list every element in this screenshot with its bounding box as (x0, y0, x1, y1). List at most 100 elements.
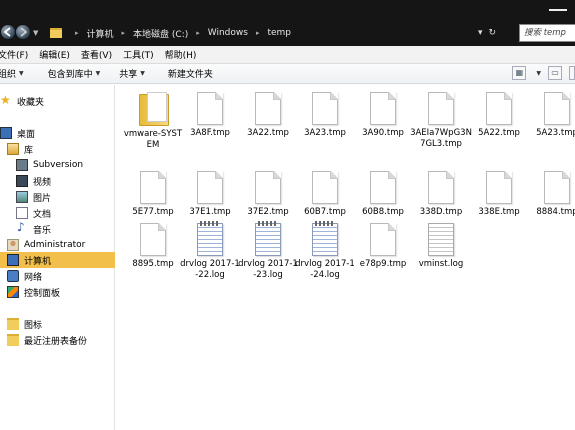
breadcrumb-separator[interactable]: ▸ (196, 29, 200, 37)
file-icon (544, 92, 570, 125)
file-item[interactable]: 5A23.tmp (526, 92, 575, 139)
file-item[interactable]: 60B8.tmp (352, 171, 414, 218)
file-item[interactable]: drvlog 2017-1-22.log (179, 221, 241, 281)
file-name: 3A8F.tmp (190, 128, 230, 138)
sidebar-item-subversion[interactable]: Subversion (16, 157, 83, 173)
notepad-file-icon (312, 221, 338, 256)
menu-tools[interactable]: 工具(T) (123, 48, 154, 61)
back-button[interactable] (0, 24, 16, 40)
file-item[interactable]: drvlog 2017-1-23.log (237, 221, 299, 281)
sidebar-item-label: 控制面板 (24, 288, 61, 299)
file-name: 3A90.tmp (362, 128, 404, 138)
organize-button[interactable]: 组织 ▼ (0, 67, 24, 80)
file-item[interactable]: 338D.tmp (410, 171, 472, 218)
sidebar-item-label: 图片 (33, 193, 52, 204)
preview-pane-icon[interactable]: ▭ (548, 66, 562, 80)
sidebar-item-videos[interactable]: 视频 (16, 173, 51, 189)
file-icon (428, 92, 454, 125)
file-item[interactable]: 3AEIa7WpG3N7GL3.tmp (410, 92, 472, 150)
document-icon (16, 207, 28, 219)
sidebar-item-desktop[interactable]: 桌面 (0, 125, 35, 141)
menu-file[interactable]: 文件(F) (0, 48, 28, 61)
pictures-icon (16, 191, 28, 203)
breadcrumb-separator[interactable]: ▸ (122, 29, 126, 37)
breadcrumb-computer[interactable]: 计算机 (86, 27, 115, 40)
menu-edit[interactable]: 编辑(E) (39, 48, 70, 61)
computer-icon (7, 254, 19, 266)
chevron-down-icon[interactable]: ▼ (536, 70, 541, 77)
sidebar-item-control-panel[interactable]: 控制面板 (7, 284, 60, 300)
sidebar-item-library[interactable]: 库 (7, 141, 33, 157)
sidebar-item-documents[interactable]: 文档 (16, 205, 51, 221)
sidebar-item-label: 收藏夹 (17, 97, 45, 108)
sidebar-item-label: 计算机 (24, 256, 52, 267)
chevron-down-icon: ▼ (140, 70, 145, 77)
breadcrumb-windows[interactable]: Windows (207, 28, 249, 38)
sidebar-item-network[interactable]: 网络 (7, 268, 42, 284)
breadcrumb-drive-c[interactable]: 本地磁盘 (C:) (132, 27, 189, 40)
file-name: 8895.tmp (132, 259, 174, 269)
sidebar-item-label: Subversion (33, 160, 84, 170)
new-folder-button[interactable]: 新建文件夹 (168, 67, 213, 80)
sidebar-item-administrator[interactable]: Administrator (7, 237, 85, 253)
folder-icon (7, 318, 19, 330)
sidebar-item-music[interactable]: 音乐 (16, 220, 51, 237)
file-icon (486, 92, 512, 125)
file-item[interactable]: 8895.tmp (122, 223, 184, 270)
search-input[interactable]: 搜索 temp (519, 24, 575, 42)
recent-pages-dropdown[interactable]: ▼ (33, 29, 38, 37)
sidebar-item-computer[interactable]: 计算机 (0, 252, 115, 268)
sidebar-item-registry-backup[interactable]: 最近注册表备份 (7, 332, 87, 348)
include-in-library-button[interactable]: 包含到库中 ▼ (48, 67, 101, 80)
file-item[interactable]: 3A22.tmp (237, 92, 299, 139)
sidebar-item-favorites[interactable]: 收藏夹 (0, 93, 44, 109)
file-item[interactable]: vminst.log (410, 223, 472, 270)
file-item[interactable]: 3A23.tmp (294, 92, 356, 139)
file-item[interactable]: 37E1.tmp (179, 171, 241, 218)
forward-arrow-icon (20, 27, 28, 37)
file-icon (255, 171, 281, 204)
share-button[interactable]: 共享 ▼ (119, 67, 145, 80)
file-icon (370, 171, 396, 204)
view-options-icon[interactable]: ▦ (512, 66, 527, 80)
breadcrumb[interactable]: ▸ 计算机 ▸ 本地磁盘 (C:) ▸ Windows ▸ temp (50, 24, 292, 42)
file-item[interactable]: e78p9.tmp (352, 223, 414, 270)
file-item[interactable]: 37E2.tmp (237, 171, 299, 218)
breadcrumb-separator[interactable]: ▸ (75, 29, 79, 37)
sidebar-item-icons[interactable]: 图标 (7, 316, 42, 332)
file-name: 60B7.tmp (304, 207, 346, 217)
star-icon (0, 93, 12, 107)
file-item[interactable]: 3A8F.tmp (179, 92, 241, 139)
video-icon (16, 175, 28, 187)
file-item[interactable]: drvlog 2017-1-24.log (294, 221, 356, 281)
notepad-file-icon (255, 221, 281, 256)
file-item[interactable]: 8884.tmp (526, 171, 575, 218)
menu-help[interactable]: 帮助(H) (165, 48, 197, 61)
sidebar-item-label: 图标 (24, 320, 43, 331)
refresh-icon[interactable]: ↻ (489, 28, 497, 38)
file-name: drvlog 2017-1-22.log (180, 259, 240, 280)
file-name: vmware-SYSTEM (123, 129, 183, 150)
breadcrumb-separator[interactable]: ▸ (256, 29, 260, 37)
breadcrumb-temp[interactable]: temp (266, 28, 292, 38)
chevron-down-icon: ▼ (95, 70, 101, 77)
help-icon[interactable] (569, 66, 575, 80)
user-icon (7, 239, 19, 251)
menu-view[interactable]: 查看(V) (81, 48, 112, 61)
forward-button[interactable] (15, 24, 31, 40)
file-item[interactable]: 3A90.tmp (352, 92, 414, 139)
file-item[interactable]: 5E77.tmp (122, 171, 184, 218)
close-button[interactable] (537, 0, 575, 20)
file-item[interactable]: 5A22.tmp (468, 92, 530, 139)
file-item[interactable]: 60B7.tmp (294, 171, 356, 218)
subversion-icon (16, 159, 28, 171)
file-item[interactable]: 338E.tmp (468, 171, 530, 218)
music-icon (16, 220, 28, 235)
file-icon (312, 92, 338, 125)
file-name: 3AEIa7WpG3N7GL3.tmp (410, 128, 472, 149)
file-icon (370, 223, 396, 256)
sidebar-item-pictures[interactable]: 图片 (16, 189, 51, 205)
address-dropdown-icon[interactable]: ▾ (478, 28, 483, 38)
folder-item[interactable]: vmware-SYSTEM (122, 92, 184, 151)
control-panel-icon (7, 286, 19, 298)
